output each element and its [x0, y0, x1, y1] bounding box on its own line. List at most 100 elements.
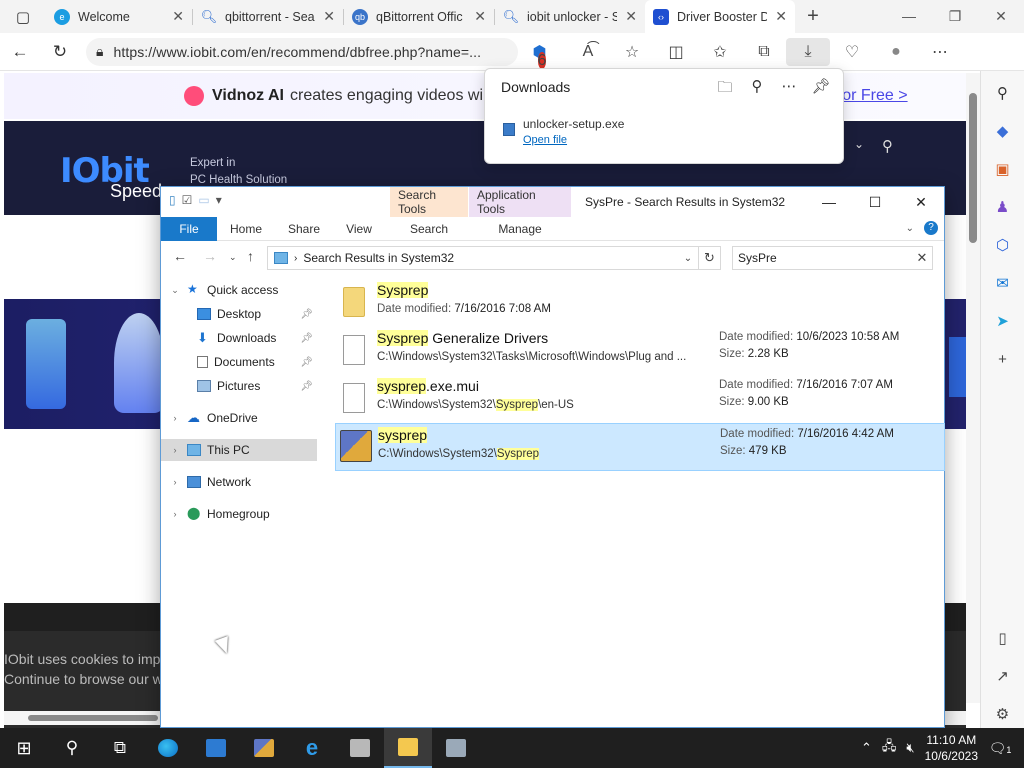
nav-desktop[interactable]: Desktop 📌︎ — [161, 303, 317, 325]
maximize-icon[interactable]: ☐ — [852, 187, 898, 217]
extension-icon[interactable]: ⬢6 — [522, 42, 566, 69]
close-tab-icon[interactable]: ✕ — [323, 8, 335, 25]
sidebar-panel-icon[interactable]: ▯ — [989, 624, 1017, 652]
pin-icon[interactable]: 📌︎ — [300, 333, 313, 344]
back-icon[interactable]: ← — [0, 42, 40, 62]
volume-muted-icon[interactable]: 🔇︎ — [906, 740, 914, 756]
close-icon[interactable]: ✕ — [898, 187, 944, 217]
file-explorer-taskbar-icon[interactable] — [384, 728, 432, 768]
folder-icon[interactable]: 🗀︎ — [713, 77, 737, 102]
tools-icon[interactable]: ▣ — [989, 155, 1017, 183]
installer-icon[interactable] — [336, 728, 384, 768]
open-external-icon[interactable]: ↗ — [989, 662, 1017, 690]
nav-homegroup[interactable]: › ⬤ Homegroup — [161, 503, 317, 525]
back-arrow-icon[interactable]: ← — [173, 248, 187, 264]
explorer-search-box[interactable]: SysPre ✕ — [732, 246, 933, 270]
chevron-right-icon[interactable]: › — [169, 413, 181, 423]
explorer-address-bar[interactable]: › Search Results in System32 ⌄ — [267, 246, 699, 270]
new-tab-button[interactable]: + — [795, 5, 831, 28]
pin-icon[interactable]: 📌︎ — [300, 381, 313, 392]
app-taskbar-icon[interactable] — [432, 728, 480, 768]
nav-onedrive[interactable]: › ☁ OneDrive — [161, 407, 317, 429]
close-tab-icon[interactable]: ✕ — [474, 8, 486, 25]
more-icon[interactable]: ⋯ — [777, 77, 801, 102]
tab-iobit-unlocker-search[interactable]: 🔍︎ iobit unlocker - S ✕ — [495, 0, 645, 33]
nav-quick-access[interactable]: ⌄ ★ Quick access — [161, 279, 317, 301]
download-item[interactable]: unlocker-setup.exe Open file — [503, 117, 624, 146]
close-icon[interactable]: ✕ — [978, 8, 1024, 25]
refresh-icon[interactable]: ↻ — [40, 42, 80, 62]
tab-share[interactable]: Share — [281, 217, 327, 241]
close-tab-icon[interactable]: ✕ — [172, 8, 184, 25]
outlook-icon[interactable]: ✉ — [989, 269, 1017, 297]
tab-view[interactable]: View — [339, 217, 379, 241]
page-vertical-scrollbar[interactable] — [966, 73, 980, 703]
tab-qbittorrent-official[interactable]: qb qBittorrent Offic ✕ — [344, 0, 494, 33]
chevron-up-icon[interactable]: ⌃ — [861, 740, 872, 756]
result-row-selected[interactable]: sysprep C:\Windows\System32\Sysprep Date… — [335, 423, 945, 471]
clear-search-icon[interactable]: ✕ — [912, 250, 932, 266]
tab-welcome[interactable]: e Welcome ✕ — [46, 0, 192, 33]
tab-search[interactable]: Search — [390, 217, 468, 241]
chevron-right-icon[interactable]: › — [169, 477, 181, 487]
clock[interactable]: 11:10 AM 10/6/2023 — [925, 732, 978, 764]
more-menu-icon[interactable]: ⋯ — [918, 42, 962, 62]
search-icon[interactable]: ⚲ — [882, 137, 893, 155]
browser-essentials-icon[interactable]: ♡ — [830, 42, 874, 62]
search-icon[interactable]: ⚲ — [48, 728, 96, 768]
nav-pictures[interactable]: Pictures 📌︎ — [161, 375, 317, 397]
close-tab-icon[interactable]: ✕ — [775, 8, 787, 25]
tab-qbittorrent-search[interactable]: 🔍︎ qbittorrent - Sea ✕ — [193, 0, 343, 33]
pin-icon[interactable]: 📌︎ — [300, 309, 313, 320]
tab-driver-booster[interactable]: ‹› Driver Booster D ✕ — [645, 0, 795, 33]
games-icon[interactable]: ♟ — [989, 193, 1017, 221]
scrollbar-thumb[interactable] — [28, 715, 158, 721]
notification-icon[interactable]: 🗨︎1 — [988, 740, 1012, 757]
downloads-icon[interactable]: ⤓ — [786, 37, 830, 66]
nav-downloads[interactable]: ⬇ Downloads 📌︎ — [161, 327, 317, 349]
pin-icon[interactable]: 📌︎ — [809, 77, 833, 102]
start-windows-icon[interactable]: ⊞ — [0, 728, 48, 768]
chevron-down-icon[interactable]: ⌄ — [169, 285, 181, 296]
tab-home[interactable]: Home — [225, 217, 267, 241]
scrollbar-thumb[interactable] — [969, 93, 977, 243]
customize-toolbar-icon[interactable]: ▾ — [216, 193, 222, 207]
internet-explorer-icon[interactable]: e — [288, 728, 336, 768]
telegram-icon[interactable]: ➤ — [989, 307, 1017, 335]
chevron-right-icon[interactable]: › — [169, 509, 181, 519]
up-arrow-icon[interactable]: ↑ — [247, 248, 254, 264]
control-panel-icon[interactable] — [192, 728, 240, 768]
chevron-down-icon[interactable]: ⌄ — [854, 137, 864, 151]
new-folder-icon[interactable]: ▭ — [198, 193, 209, 207]
add-icon[interactable]: + — [989, 345, 1017, 373]
shopping-tag-icon[interactable]: ◆ — [989, 117, 1017, 145]
help-icon[interactable]: ? — [924, 221, 938, 235]
split-screen-icon[interactable]: ◫ — [654, 42, 698, 62]
chevron-right-icon[interactable]: › — [169, 445, 181, 455]
open-file-link[interactable]: Open file — [523, 134, 624, 146]
network-tray-icon[interactable]: 🖧︎ — [882, 737, 897, 759]
recent-locations-icon[interactable]: ⌄ — [229, 252, 237, 263]
task-view-icon[interactable]: ⧉ — [96, 728, 144, 768]
search-icon[interactable]: ⚲ — [745, 77, 769, 102]
minimize-icon[interactable]: — — [886, 8, 932, 25]
properties-icon[interactable]: ☑ — [182, 193, 193, 207]
address-dropdown-icon[interactable]: ⌄ — [678, 253, 698, 264]
refresh-icon[interactable]: ↻ — [699, 246, 721, 270]
favorites-icon[interactable]: ✩ — [698, 42, 742, 62]
nav-network[interactable]: › Network — [161, 471, 317, 493]
nav-this-pc[interactable]: › This PC — [161, 439, 317, 461]
address-bar[interactable]: 🔒︎ https://www.iobit.com/en/recommend/db… — [86, 37, 518, 66]
tab-file[interactable]: File — [161, 217, 217, 241]
nav-documents[interactable]: Documents 📌︎ — [161, 351, 317, 373]
settings-gear-icon[interactable]: ⚙ — [989, 700, 1017, 728]
minimize-icon[interactable]: — — [806, 187, 852, 217]
close-tab-icon[interactable]: ✕ — [625, 8, 637, 25]
pin-icon[interactable]: 📌︎ — [300, 357, 313, 368]
result-row[interactable]: Sysprep Generalize Drivers C:\Windows\Sy… — [335, 327, 945, 375]
collections-icon[interactable]: ⧉ — [742, 43, 786, 61]
profile-avatar[interactable]: ● — [874, 43, 918, 61]
favorite-star-icon[interactable]: ☆ — [610, 42, 654, 62]
result-row[interactable]: sysprep.exe.mui C:\Windows\System32\Sysp… — [335, 375, 945, 423]
restore-icon[interactable]: ❐ — [932, 8, 978, 25]
